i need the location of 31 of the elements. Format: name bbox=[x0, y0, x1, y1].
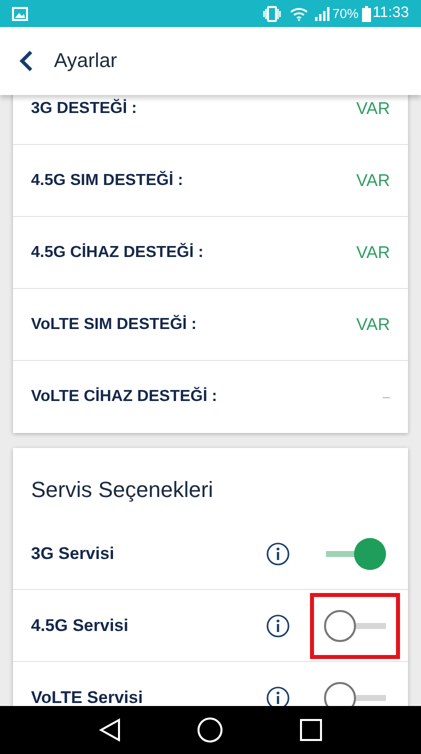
wifi-icon bbox=[290, 6, 308, 20]
service-label: VoLTE Servisi bbox=[31, 687, 143, 706]
support-value: VAR bbox=[356, 242, 390, 264]
clock: 11:33 bbox=[372, 3, 409, 24]
signal-icon bbox=[314, 6, 330, 20]
battery-percent: 70% bbox=[332, 4, 359, 23]
support-value: – bbox=[382, 388, 390, 406]
support-label: 4.5G CİHAZ DESTEĞİ : bbox=[31, 242, 204, 262]
support-label: VoLTE CİHAZ DESTEĞİ : bbox=[31, 386, 218, 407]
home-nav-icon[interactable] bbox=[197, 717, 224, 743]
back-nav-icon[interactable] bbox=[98, 718, 122, 742]
support-label: 4.5G SIM DESTEĞİ : bbox=[31, 170, 184, 190]
info-icon[interactable] bbox=[266, 614, 290, 638]
toggle-switch[interactable] bbox=[324, 608, 386, 642]
support-value: VAR bbox=[356, 98, 390, 120]
toggle-switch[interactable] bbox=[324, 536, 386, 570]
support-value: VAR bbox=[356, 170, 390, 192]
support-value: VAR bbox=[356, 314, 390, 336]
back-icon[interactable] bbox=[18, 50, 34, 72]
page-title: Ayarlar bbox=[54, 49, 117, 74]
section-title: Servis Seçenekleri bbox=[31, 476, 214, 504]
info-icon[interactable] bbox=[266, 686, 290, 706]
info-icon[interactable] bbox=[266, 542, 290, 566]
recents-nav-icon[interactable] bbox=[299, 718, 324, 742]
service-label: 4.5G Servisi bbox=[31, 614, 128, 637]
image-icon bbox=[12, 6, 28, 20]
support-label: 3G DESTEĞİ : bbox=[31, 98, 137, 118]
battery-icon bbox=[362, 6, 371, 22]
service-label: 3G Servisi bbox=[31, 542, 114, 565]
vibrate-icon bbox=[262, 6, 282, 22]
support-label: VoLTE SIM DESTEĞİ : bbox=[31, 314, 197, 334]
